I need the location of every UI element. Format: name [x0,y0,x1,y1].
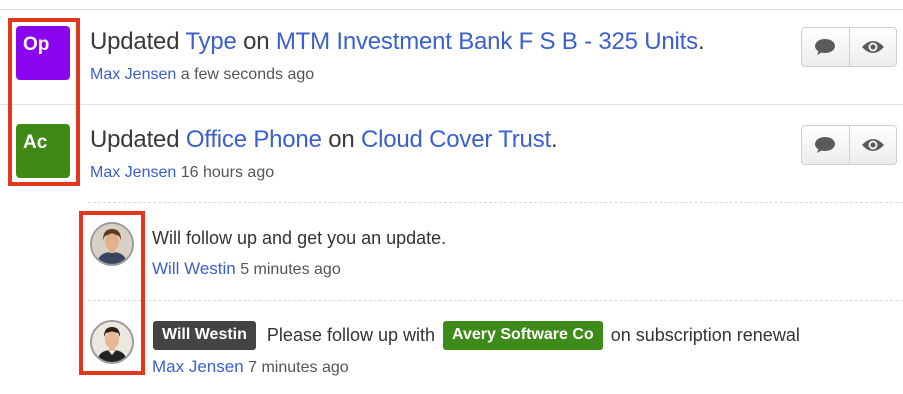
timestamp: 7 minutes ago [248,359,349,376]
badge-highlight-box [8,18,80,186]
eye-icon [861,139,884,151]
comment-icon [815,137,836,153]
record-link[interactable]: Cloud Cover Trust [361,126,551,153]
author-link[interactable]: Will Westin [152,259,236,278]
row-divider [0,104,903,105]
comment-divider [88,202,903,203]
activity-actions [801,125,897,165]
account-mention-tag[interactable]: Avery Software Co [443,321,603,350]
avatar-highlight-box [79,211,145,375]
activity-period: . [550,126,558,153]
comment-divider [88,300,903,301]
activity-headline: Updated Type on MTM Investment Bank F S … [90,28,705,56]
activity-verb: Updated [90,126,180,153]
eye-icon [861,41,884,53]
field-link[interactable]: Type [185,28,236,55]
author-link[interactable]: Max Jensen [90,164,176,181]
activity-headline: Updated Office Phone on Cloud Cover Trus… [90,126,558,154]
comment-meta: Max Jensen 7 minutes ago [152,357,349,377]
comment-icon [815,39,836,55]
timestamp: a few seconds ago [180,66,315,83]
field-link[interactable]: Office Phone [186,126,322,153]
comment-button[interactable] [802,28,849,66]
activity-on: on [328,126,355,153]
preview-button[interactable] [848,126,897,164]
record-link[interactable]: MTM Investment Bank F S B - 325 Units [276,28,698,55]
activity-on: on [243,28,270,55]
comment-text: Will Westin Please follow up with Avery … [153,321,800,351]
comment-text: Will follow up and get you an update. [152,228,447,248]
comment-text-after: on subscription renewal [610,325,800,346]
activity-actions [801,27,897,67]
user-mention-tag[interactable]: Will Westin [153,321,256,350]
activity-meta: Max Jensen 16 hours ago [90,164,274,182]
comment-text-before: Please follow up with [266,325,436,346]
author-link[interactable]: Max Jensen [90,66,176,83]
activity-period: . [697,28,705,55]
author-link[interactable]: Max Jensen [152,357,244,376]
timestamp: 16 hours ago [180,164,275,181]
activity-meta: Max Jensen a few seconds ago [90,66,314,84]
preview-button[interactable] [848,28,897,66]
top-divider [0,9,903,10]
comment-button[interactable] [802,126,849,164]
activity-verb: Updated [90,28,180,55]
timestamp: 5 minutes ago [240,261,341,278]
comment-meta: Will Westin 5 minutes ago [152,259,341,279]
